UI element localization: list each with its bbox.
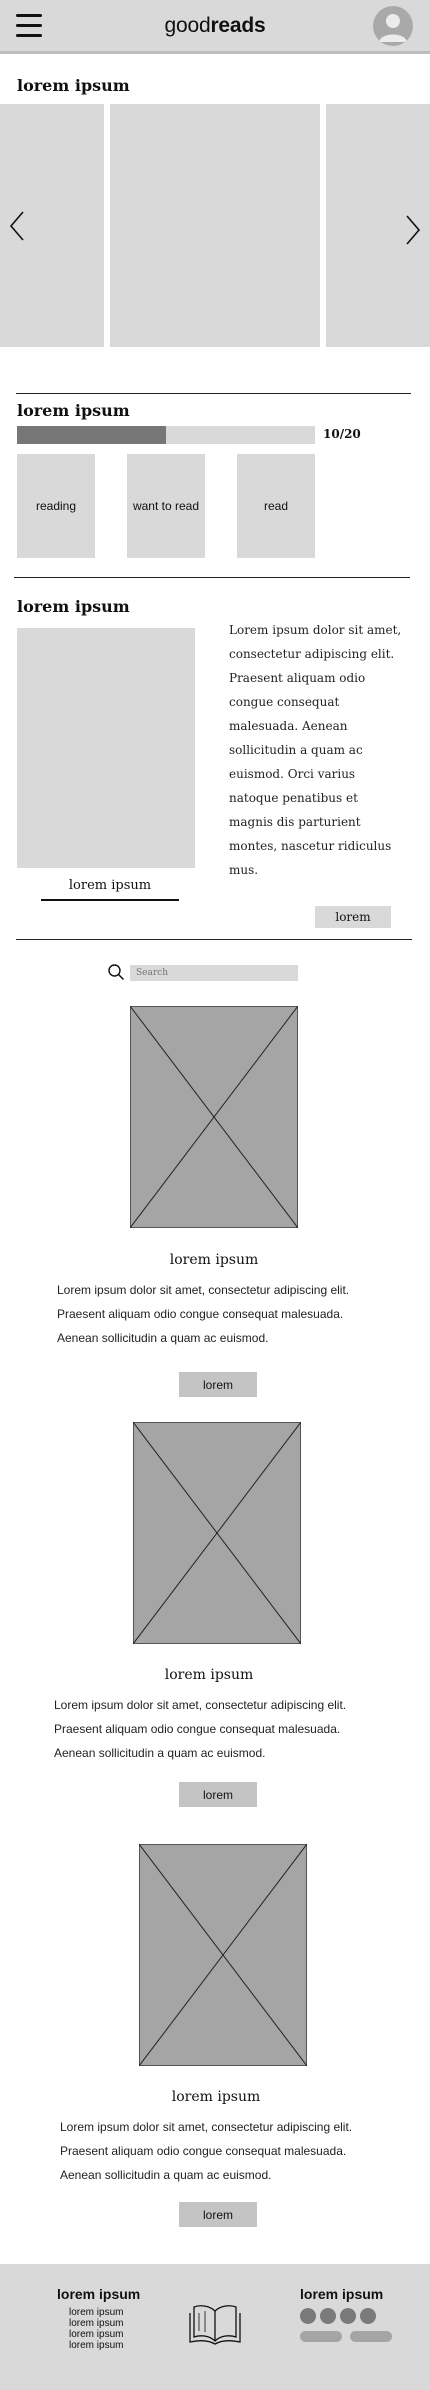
logo-bold-text: reads: [210, 14, 266, 37]
shelf-label: want to read: [132, 499, 200, 513]
search-icon[interactable]: [107, 963, 125, 981]
description-line: sollicitudin a quam ac: [229, 743, 363, 757]
chevron-left-icon[interactable]: [8, 210, 26, 242]
footer-right-title: lorem ipsum: [300, 2286, 384, 2302]
social-icon[interactable]: [300, 2308, 316, 2324]
shelf-want-to-read-button[interactable]: want to read: [127, 454, 205, 558]
footer-link[interactable]: lorem ipsum: [69, 2340, 149, 2351]
featured-description: Lorem ipsum dolor sit amet, consectetur …: [229, 618, 419, 882]
caption-underline: [41, 899, 179, 901]
book-action-button[interactable]: lorem: [179, 1372, 257, 1397]
carousel-title: lorem ipsum: [17, 76, 130, 95]
shelf-reading-button[interactable]: reading: [17, 454, 95, 558]
shelf-label: read: [263, 499, 289, 513]
logo[interactable]: goodreads: [0, 14, 430, 38]
book-description: Lorem ipsum dolor sit amet, consectetur …: [57, 1278, 397, 1350]
footer: lorem ipsum lorem ipsum lorem ipsum lore…: [0, 2264, 430, 2390]
open-book-icon: [189, 2305, 241, 2345]
featured-action-button[interactable]: lorem: [315, 906, 391, 928]
user-avatar-icon[interactable]: [373, 6, 413, 46]
logo-light-text: good: [164, 14, 211, 37]
carousel-slide[interactable]: [110, 104, 320, 347]
progress-title: lorem ipsum: [17, 401, 130, 420]
footer-link[interactable]: lorem ipsum: [69, 2307, 149, 2318]
description-line: magnis dis parturient: [229, 815, 361, 829]
book-description: Lorem ipsum dolor sit amet, consectetur …: [60, 2115, 400, 2187]
book-title[interactable]: lorem ipsum: [132, 2089, 300, 2105]
description-line: montes, nascetur ridiculus: [229, 839, 392, 853]
book-cover-placeholder[interactable]: [139, 1844, 307, 2066]
book-cover-placeholder[interactable]: [133, 1422, 301, 1644]
description-line: Praesent aliquam odio congue consequat m…: [54, 1722, 341, 1736]
chevron-right-icon[interactable]: [404, 214, 422, 246]
book-title[interactable]: lorem ipsum: [125, 1667, 293, 1683]
search-input[interactable]: [130, 965, 298, 981]
footer-pill-button[interactable]: [350, 2331, 392, 2342]
description-line: euismod. Orci varius: [229, 767, 356, 781]
footer-left-title: lorem ipsum: [57, 2286, 141, 2302]
description-line: Aenean sollicitudin a quam ac euismod.: [60, 2168, 272, 2182]
description-line: Aenean sollicitudin a quam ac euismod.: [57, 1331, 269, 1345]
book-action-button[interactable]: lorem: [179, 2202, 257, 2227]
footer-pill-button[interactable]: [300, 2331, 342, 2342]
footer-link[interactable]: lorem ipsum: [69, 2329, 149, 2340]
footer-links: lorem ipsum lorem ipsum lorem ipsum lore…: [69, 2307, 149, 2351]
divider: [16, 939, 412, 940]
description-line: malesuada. Aenean: [229, 719, 348, 733]
description-line: Praesent aliquam odio congue consequat m…: [60, 2144, 347, 2158]
shelf-read-button[interactable]: read: [237, 454, 315, 558]
social-icon[interactable]: [320, 2308, 336, 2324]
reading-progress-bar: [17, 426, 315, 444]
book-cover-placeholder[interactable]: [130, 1006, 298, 1228]
book-title[interactable]: lorem ipsum: [130, 1252, 298, 1268]
featured-title: lorem ipsum: [17, 597, 130, 616]
reading-progress-fill: [17, 426, 166, 444]
featured-book-cover[interactable]: [17, 628, 195, 868]
description-line: Praesent aliquam odio: [229, 671, 366, 685]
book-action-button[interactable]: lorem: [179, 1782, 257, 1807]
description-line: Praesent aliquam odio congue consequat m…: [57, 1307, 344, 1321]
social-icon[interactable]: [360, 2308, 376, 2324]
divider: [16, 393, 411, 394]
footer-link[interactable]: lorem ipsum: [69, 2318, 149, 2329]
progress-label: 10/20: [323, 427, 361, 441]
divider: [14, 577, 410, 578]
description-line: Lorem ipsum dolor sit amet, consectetur …: [54, 1698, 347, 1712]
description-line: Lorem ipsum dolor sit amet, consectetur …: [57, 1283, 350, 1297]
social-icon[interactable]: [340, 2308, 356, 2324]
featured-caption[interactable]: lorem ipsum: [17, 878, 203, 893]
description-line: natoque penatibus et: [229, 791, 358, 805]
book-description: Lorem ipsum dolor sit amet, consectetur …: [54, 1693, 394, 1765]
app-header: goodreads: [0, 0, 430, 54]
description-line: consectetur adipiscing elit.: [229, 647, 395, 661]
description-line: Lorem ipsum dolor sit amet,: [229, 623, 402, 637]
description-line: mus.: [229, 863, 259, 877]
description-line: Aenean sollicitudin a quam ac euismod.: [54, 1746, 266, 1760]
description-line: congue consequat: [229, 695, 340, 709]
description-line: Lorem ipsum dolor sit amet, consectetur …: [60, 2120, 353, 2134]
shelf-label: reading: [35, 499, 77, 513]
